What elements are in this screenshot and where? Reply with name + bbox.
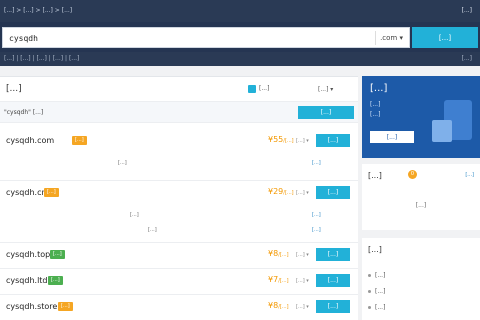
add-to-cart-button[interactable]: [...]: [316, 186, 350, 199]
subnav-links[interactable]: [...] | [...] | [...] | [...] | [...]: [4, 55, 79, 62]
promo-button[interactable]: [...]: [370, 131, 414, 143]
knowledge-item-label: [...]: [375, 288, 386, 295]
suggestion-text: [...]: [148, 227, 157, 233]
more-years-select[interactable]: [...] ▾: [296, 304, 309, 310]
knowledge-panel: [...] [...] [...] [...]: [362, 238, 480, 320]
domain-name: cysqdh.com: [6, 136, 55, 145]
domain-name: cysqdh.ltd: [6, 276, 48, 285]
price-unit: /[...]: [283, 138, 294, 144]
bullet-icon: [368, 274, 371, 277]
result-row-com: cysqdh.com [...] ¥55/[...] [...] ▾ [...]…: [0, 129, 358, 181]
bullet-icon: [368, 290, 371, 293]
domain-tag: [...]: [58, 302, 73, 311]
domain-name: cysqdh.cn: [6, 188, 47, 197]
top-bar: [...] > [...] > [...] > [...] [...]: [0, 0, 480, 22]
suggestion-link[interactable]: [...]: [312, 227, 321, 233]
domain-name: cysqdh.top: [6, 250, 51, 259]
tld-select[interactable]: .com ▾: [375, 31, 407, 45]
result-row-store: cysqdh.store [...] ¥8/[...] [...] ▾ [...…: [0, 295, 358, 320]
knowledge-item-label: [...]: [375, 304, 386, 311]
notice-bar: "cysqdh" [...] [...]: [0, 101, 358, 123]
domain-tag: [...]: [48, 276, 63, 285]
domain-cart: [...] 0 [...] [...]: [362, 164, 480, 230]
suggestion-text: [...]: [130, 212, 139, 218]
cart-count-badge: 0: [408, 170, 417, 179]
suggestion-link[interactable]: [...]: [312, 160, 321, 166]
suggestion-text: [...]: [118, 160, 127, 166]
domain-price: ¥7/[...]: [268, 275, 289, 284]
price-unit: /[...]: [278, 278, 289, 284]
domain-tag: [...]: [50, 250, 65, 259]
promo-line-2: [...]: [370, 111, 381, 118]
price-value: ¥8: [268, 249, 279, 258]
more-years-select[interactable]: [...] ▾: [296, 190, 309, 196]
result-row-top: cysqdh.top [...] ¥8/[...] [...] ▾ [...]: [0, 243, 358, 269]
domain-price: ¥8/[...]: [268, 301, 289, 310]
price-unit: /[...]: [278, 304, 289, 310]
add-to-cart-button[interactable]: [...]: [316, 274, 350, 287]
top-right-link[interactable]: [...]: [462, 7, 472, 14]
search-row: cysqdh .com ▾ [...]: [0, 22, 480, 52]
search-button[interactable]: [...]: [412, 27, 478, 48]
result-row-cn: cysqdh.cn [...] ¥29/[...] [...] ▾ [...] …: [0, 181, 358, 243]
domain-price: ¥29/[...]: [268, 187, 294, 196]
promo-banner[interactable]: [...] [...] [...] [...]: [362, 76, 480, 158]
knowledge-title: [...]: [368, 245, 382, 254]
sub-navigation: [...] | [...] | [...] | [...] | [...] [.…: [0, 52, 480, 66]
result-row-ltd: cysqdh.ltd [...] ¥7/[...] [...] ▾ [...]: [0, 269, 358, 295]
results-panel: [...] [...] [...] ▾ "cysqdh" [...] [...]…: [0, 76, 358, 320]
domain-tag: [...]: [44, 188, 59, 197]
subnav-right-link[interactable]: [...]: [462, 55, 472, 62]
suggestion-link[interactable]: [...]: [312, 212, 321, 218]
filter-checkbox[interactable]: [248, 85, 256, 93]
search-value[interactable]: cysqdh: [9, 34, 38, 43]
more-years-select[interactable]: [...] ▾: [296, 138, 309, 144]
domain-tag: [...]: [72, 136, 87, 145]
results-title: [...]: [6, 84, 22, 94]
knowledge-item[interactable]: [...]: [368, 304, 385, 311]
promo-line-1: [...]: [370, 101, 381, 108]
price-value: ¥55: [268, 135, 284, 144]
price-value: ¥7: [268, 275, 279, 284]
knowledge-item[interactable]: [...]: [368, 288, 385, 295]
promo-illustration-accent: [432, 120, 452, 142]
price-unit: /[...]: [278, 252, 289, 258]
domain-price: ¥55/[...]: [268, 135, 294, 144]
add-to-cart-button[interactable]: [...]: [316, 134, 350, 147]
domain-price: ¥8/[...]: [268, 249, 289, 258]
domain-search-input[interactable]: cysqdh .com ▾: [2, 27, 410, 48]
bullet-icon: [368, 306, 371, 309]
filter-select[interactable]: [...] ▾: [318, 84, 352, 95]
batch-add-button[interactable]: [...]: [298, 106, 354, 119]
breadcrumb[interactable]: [...] > [...] > [...] > [...]: [4, 7, 72, 14]
filter-label: [...]: [259, 85, 270, 92]
price-unit: /[...]: [283, 190, 294, 196]
domain-name: cysqdh.store: [6, 302, 58, 311]
price-value: ¥29: [268, 187, 284, 196]
add-to-cart-button[interactable]: [...]: [316, 248, 350, 261]
cart-empty-message: [...]: [415, 202, 427, 209]
add-to-cart-button[interactable]: [...]: [316, 300, 350, 313]
cart-title: [...]: [368, 171, 382, 180]
knowledge-item-label: [...]: [375, 272, 386, 279]
more-years-select[interactable]: [...] ▾: [296, 252, 309, 258]
more-years-select[interactable]: [...] ▾: [296, 278, 309, 284]
notice-text: "cysqdh" [...]: [4, 109, 44, 116]
knowledge-item[interactable]: [...]: [368, 272, 385, 279]
clear-cart-link[interactable]: [...]: [465, 172, 474, 178]
promo-title: [...]: [370, 83, 388, 94]
price-value: ¥8: [268, 301, 279, 310]
